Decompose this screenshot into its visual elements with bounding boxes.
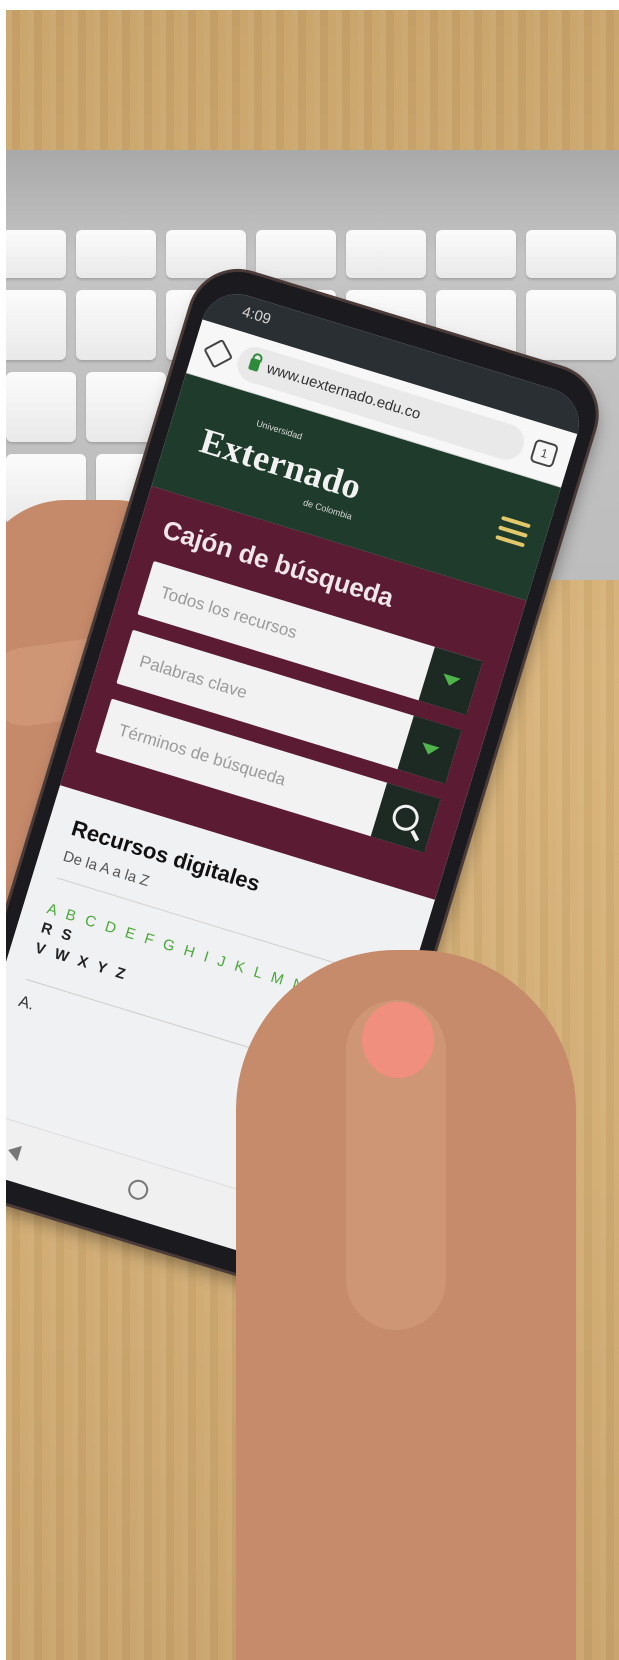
lock-icon bbox=[248, 357, 262, 372]
photo: 4:09 www.uexternado.edu.co 1 Universidad… bbox=[6, 10, 619, 1660]
back-icon[interactable] bbox=[6, 1142, 22, 1162]
keyboard-key bbox=[6, 372, 76, 442]
keyboard-key bbox=[256, 230, 336, 278]
keyboard-key bbox=[436, 230, 516, 278]
keyboard-key bbox=[526, 290, 616, 360]
keyboard-key bbox=[76, 230, 156, 278]
chevron-down-icon bbox=[419, 742, 440, 758]
search-button[interactable] bbox=[370, 782, 441, 853]
alphabet-letters-line2[interactable]: V W X Y Z bbox=[33, 939, 130, 983]
home-icon[interactable] bbox=[203, 338, 234, 369]
chevron-down-icon bbox=[440, 673, 461, 689]
home-button-icon[interactable] bbox=[125, 1177, 151, 1203]
resource-dropdown-button[interactable] bbox=[418, 646, 483, 715]
keyboard-key bbox=[6, 290, 66, 360]
menu-icon[interactable] bbox=[493, 515, 531, 553]
search-icon bbox=[389, 801, 422, 834]
status-time: 4:09 bbox=[240, 303, 273, 329]
right-thumbnail bbox=[362, 1002, 434, 1078]
keyboard-key bbox=[526, 230, 616, 278]
keyboard-key bbox=[346, 230, 426, 278]
keyword-dropdown-button[interactable] bbox=[397, 715, 462, 784]
keyboard-key bbox=[6, 230, 66, 278]
keyboard-key bbox=[76, 290, 156, 360]
tab-switcher-button[interactable]: 1 bbox=[529, 437, 560, 468]
